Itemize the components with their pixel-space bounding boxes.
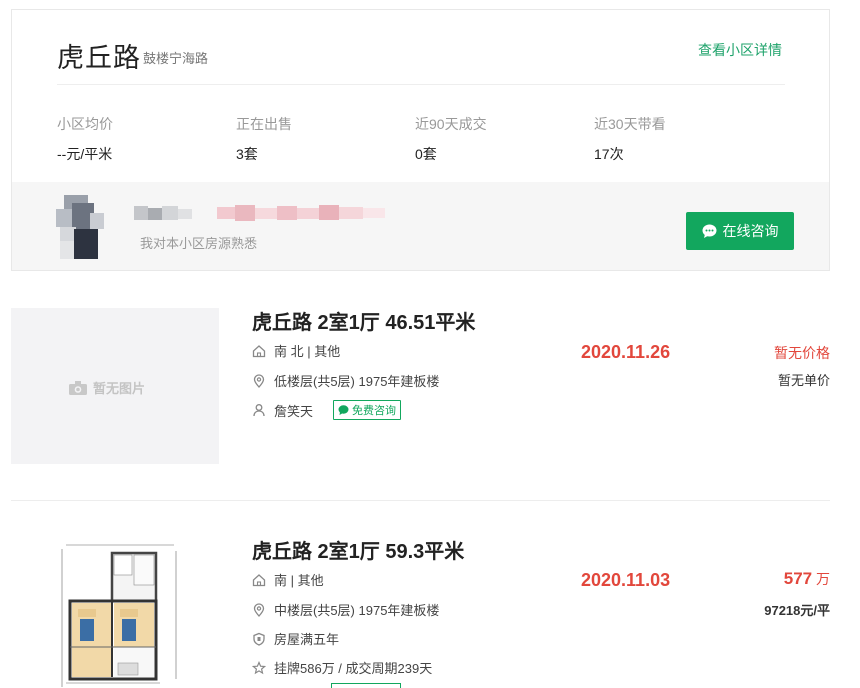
no-image-label: 暂无图片 bbox=[93, 381, 146, 396]
free-consult-label: 免费咨询 bbox=[352, 405, 397, 417]
agent-row: 詹笑天 免费咨询 bbox=[252, 400, 402, 420]
agent-phone-blurred bbox=[217, 205, 385, 221]
listing-item[interactable]: 虎丘路 2室1厅 59.3平米 南 | 其他 中楼层(共5层) 1975年建板楼… bbox=[11, 535, 830, 688]
stat-value: --元/平米 bbox=[57, 146, 113, 162]
listing-info-text: 挂牌586万 / 成交周期239天 bbox=[274, 661, 433, 676]
agent-name: 詹笑天 bbox=[274, 403, 314, 419]
listing-unit-price: 暂无单价 bbox=[777, 373, 830, 388]
price-unit: 万 bbox=[816, 571, 830, 587]
shield-icon bbox=[253, 632, 265, 646]
stat-label: 近90天成交 bbox=[415, 116, 487, 132]
orientation-text: 南 北 | 其他 bbox=[274, 344, 341, 359]
stat-label: 近30天带看 bbox=[594, 116, 666, 132]
online-consult-button[interactable]: 在线咨询 bbox=[686, 212, 794, 250]
stat-value: 0套 bbox=[415, 146, 437, 162]
location-pin-icon bbox=[253, 602, 265, 617]
listing-price: 577 万 bbox=[784, 569, 830, 589]
divider bbox=[11, 500, 830, 501]
stat-viewings-30d: 近30天带看 17次 bbox=[594, 114, 666, 164]
stat-value: 17次 bbox=[594, 146, 624, 162]
agent-avatar[interactable] bbox=[50, 195, 108, 259]
consult-label: 在线咨询 bbox=[722, 223, 779, 239]
stat-deals-90d: 近90天成交 0套 bbox=[415, 114, 487, 164]
community-name: 虎丘路 bbox=[57, 43, 141, 73]
listing-title[interactable]: 虎丘路 2室1厅 46.51平米 bbox=[252, 306, 475, 335]
floor-row: 低楼层(共5层) 1975年建板楼 bbox=[252, 371, 439, 390]
listing-info-row: 挂牌586万 / 成交周期239天 bbox=[252, 658, 432, 677]
price-value: 577 bbox=[783, 569, 813, 588]
person-icon bbox=[253, 404, 265, 417]
community-detail-link[interactable]: 查看小区详情 bbox=[698, 40, 782, 60]
floor-text: 低楼层(共5层) 1975年建板楼 bbox=[274, 374, 440, 389]
free-consult-button[interactable]: 免费咨询 bbox=[333, 400, 402, 420]
listing-unit-price: 97218元/平 bbox=[764, 603, 830, 618]
listing-item[interactable]: 暂无图片 虎丘路 2室1厅 46.51平米 南 北 | 其他 低楼层(共5层) … bbox=[11, 306, 830, 466]
house-icon bbox=[252, 573, 266, 586]
stat-label: 小区均价 bbox=[57, 116, 113, 132]
stat-label: 正在出售 bbox=[236, 116, 292, 132]
floor-text: 中楼层(共5层) 1975年建板楼 bbox=[274, 603, 440, 618]
listing-date: 2020.11.03 bbox=[581, 570, 671, 590]
location-pin-icon bbox=[253, 373, 265, 388]
orientation-row: 南 北 | 其他 bbox=[252, 341, 340, 360]
agent-strip: 我对本小区房源熟悉 在线咨询 bbox=[12, 182, 829, 270]
orientation-text: 南 | 其他 bbox=[274, 573, 324, 588]
no-image-placeholder: 暂无图片 bbox=[69, 378, 145, 397]
star-icon bbox=[252, 660, 266, 674]
house-icon bbox=[252, 344, 266, 357]
agent-name-blurred bbox=[134, 206, 192, 220]
tag-text: 房屋满五年 bbox=[274, 632, 340, 647]
chat-bubble-icon bbox=[338, 405, 349, 415]
stat-avg-price: 小区均价 --元/平米 bbox=[57, 114, 113, 164]
listing-thumbnail[interactable]: 暂无图片 bbox=[11, 308, 219, 464]
stat-value: 3套 bbox=[236, 146, 258, 162]
divider bbox=[57, 84, 785, 85]
free-consult-button[interactable] bbox=[331, 683, 401, 688]
community-card: 虎丘路 鼓楼宁海路 查看小区详情 小区均价 --元/平米 正在出售 3套 近90… bbox=[11, 9, 830, 271]
chat-bubble-icon bbox=[702, 224, 716, 238]
community-district: 鼓楼宁海路 bbox=[143, 51, 209, 66]
floor-plan-image[interactable] bbox=[56, 539, 182, 687]
floor-row: 中楼层(共5层) 1975年建板楼 bbox=[252, 600, 439, 619]
listing-price: 暂无价格 bbox=[774, 345, 830, 361]
stat-on-sale: 正在出售 3套 bbox=[236, 114, 292, 164]
agent-description: 我对本小区房源熟悉 bbox=[140, 236, 258, 251]
orientation-row: 南 | 其他 bbox=[252, 570, 324, 589]
camera-icon bbox=[69, 380, 87, 395]
listing-date: 2020.11.26 bbox=[581, 342, 671, 362]
listing-title[interactable]: 虎丘路 2室1厅 59.3平米 bbox=[252, 535, 464, 564]
tag-row: 房屋满五年 bbox=[252, 629, 339, 648]
